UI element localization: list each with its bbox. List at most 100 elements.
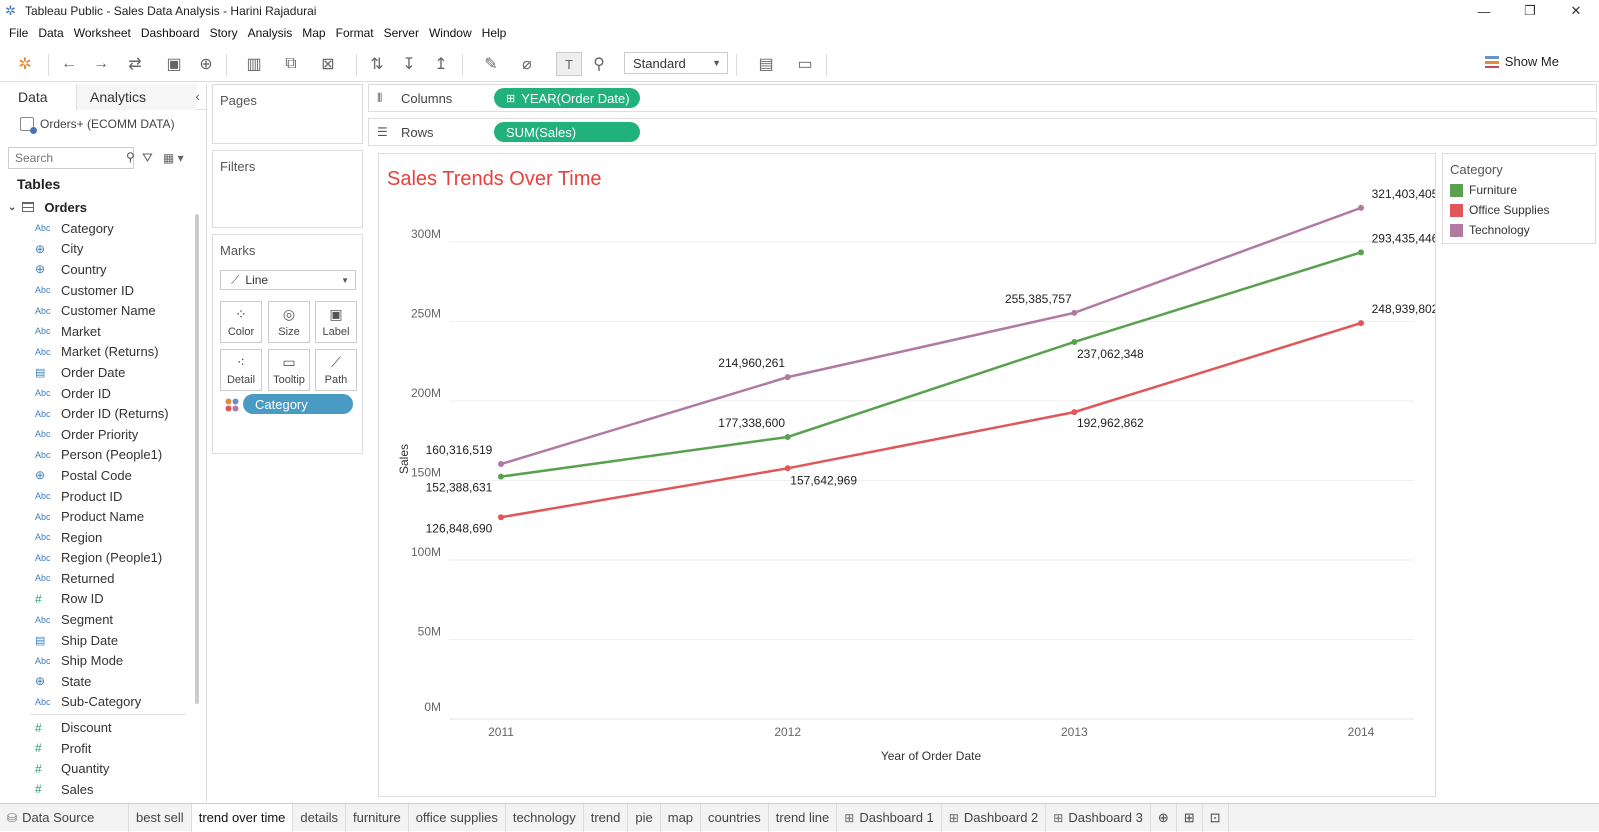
close-icon[interactable]: ✕ [1553, 0, 1599, 22]
field-order-priority[interactable]: Abc Order Priority [0, 424, 206, 445]
field-market[interactable]: Abc Market [0, 321, 206, 342]
field-ship-date[interactable]: ▤ Ship Date [0, 630, 206, 651]
line-chart[interactable]: 0M 50M 100M 150M 200M 250M 300M 2011 2012 2013 201… [379, 154, 1435, 796]
tooltip-button[interactable]: ▭ Tooltip [268, 349, 310, 391]
restore-icon[interactable]: ❐ [1507, 0, 1553, 22]
tab-analytics[interactable]: Analytics [77, 84, 197, 110]
menu-help[interactable]: Help [477, 26, 512, 40]
table-orders[interactable]: ⌄ Orders [0, 196, 206, 218]
year-order-date-pill[interactable]: ⊞ YEAR(Order Date) [494, 88, 640, 108]
new-worksheet-icon[interactable]: ▥ [236, 52, 272, 76]
show-me-button[interactable]: Show Me [1484, 54, 1559, 69]
field-country[interactable]: ⊕ Country [0, 259, 206, 280]
menu-analysis[interactable]: Analysis [243, 26, 298, 40]
field-postal-code[interactable]: ⊕ Postal Code [0, 465, 206, 486]
detail-button[interactable]: ⁖ Detail [220, 349, 262, 391]
tab-dashboard-1[interactable]: ⊞ Dashboard 1 [837, 803, 942, 832]
undo-icon[interactable]: ← [58, 52, 80, 76]
tab-map[interactable]: map [661, 803, 702, 832]
tab-countries[interactable]: countries [701, 803, 769, 832]
tab-trend-over-time[interactable]: trend over time [191, 803, 294, 832]
tab-dashboard-2[interactable]: ⊞ Dashboard 2 [942, 803, 1047, 832]
legend-item-furniture[interactable]: Furniture [1443, 180, 1595, 200]
redo-icon[interactable]: → [90, 52, 112, 76]
menu-data[interactable]: Data [33, 26, 68, 40]
menu-server[interactable]: Server [379, 26, 424, 40]
sort-ascending-icon[interactable]: ↧ [398, 52, 420, 76]
group-members-icon[interactable]: ⌀ [512, 52, 542, 76]
clear-sheet-icon[interactable]: ⊠ [310, 52, 346, 76]
new-worksheet-icon[interactable]: ⊕ [1151, 803, 1177, 832]
tab-office-supplies[interactable]: office supplies [409, 803, 506, 832]
field-ship-mode[interactable]: Abc Ship Mode [0, 650, 206, 671]
field-sales[interactable]: # Sales [0, 779, 206, 800]
filters-card[interactable]: Filters [212, 150, 363, 228]
tab-data[interactable]: Data [0, 84, 77, 110]
new-story-icon[interactable]: ⊡ [1203, 803, 1229, 832]
field-state[interactable]: ⊕ State [0, 671, 206, 692]
field-order-id-returns[interactable]: Abc Order ID (Returns) [0, 403, 206, 424]
category-color-pill[interactable]: Category [243, 394, 353, 414]
field-customer-id[interactable]: Abc Customer ID [0, 280, 206, 301]
tab-details[interactable]: details [293, 803, 346, 832]
new-dashboard-icon[interactable]: ⊞ [1177, 803, 1203, 832]
menu-map[interactable]: Map [297, 26, 330, 40]
menu-window[interactable]: Window [424, 26, 477, 40]
field-city[interactable]: ⊕ City [0, 239, 206, 260]
tab-dashboard-3[interactable]: ⊞ Dashboard 3 [1046, 803, 1151, 832]
tab-trend-line[interactable]: trend line [769, 803, 838, 832]
highlight-icon[interactable]: ✎ [476, 52, 506, 76]
swap-rows-columns-icon[interactable]: ⇅ [366, 52, 388, 76]
minimize-icon[interactable]: — [1461, 0, 1507, 22]
menu-file[interactable]: File [4, 26, 33, 40]
duplicate-sheet-icon[interactable]: ⧉ [280, 52, 302, 76]
rows-shelf[interactable]: ☰ Rows SUM(Sales) [368, 118, 1597, 146]
menu-story[interactable]: Story [205, 26, 243, 40]
field-customer-name[interactable]: Abc Customer Name [0, 300, 206, 321]
view-options-icon[interactable]: ▦ ▾ [163, 151, 184, 165]
columns-shelf[interactable]: ⦀ Columns ⊞ YEAR(Order Date) [368, 84, 1597, 112]
menu-format[interactable]: Format [331, 26, 379, 40]
filter-icon[interactable]: ⛛ [142, 150, 153, 166]
show-mark-labels-icon[interactable]: T [556, 52, 582, 76]
data-source-item[interactable]: Orders+ (ECOMM DATA) [0, 110, 206, 138]
save-icon[interactable]: ▣ [163, 52, 185, 76]
sort-descending-icon[interactable]: ↥ [430, 52, 452, 76]
mark-type-select[interactable]: ⟋ Line ▼ [220, 270, 356, 290]
legend-item-technology[interactable]: Technology [1443, 220, 1595, 240]
collapse-pane-icon[interactable]: ‹ [195, 88, 200, 104]
chevron-down-icon[interactable]: ⌄ [8, 202, 16, 213]
new-datasource-icon[interactable]: ⊕ [195, 52, 217, 76]
field-region-people1[interactable]: Abc Region (People1) [0, 548, 206, 569]
menu-dashboard[interactable]: Dashboard [136, 26, 205, 40]
fix-axes-icon[interactable]: ⚲ [588, 52, 610, 76]
tab-pie[interactable]: pie [628, 803, 661, 832]
fit-select[interactable]: Standard ▼ [624, 52, 728, 74]
field-market-returns[interactable]: Abc Market (Returns) [0, 342, 206, 363]
replay-icon[interactable]: ⇄ [120, 52, 150, 76]
tab-furniture[interactable]: furniture [346, 803, 409, 832]
field-product-name[interactable]: Abc Product Name [0, 506, 206, 527]
field-profit[interactable]: # Profit [0, 738, 206, 759]
tab-trend[interactable]: trend [584, 803, 629, 832]
field-discount[interactable]: # Discount [0, 717, 206, 738]
tab-technology[interactable]: technology [506, 803, 584, 832]
field-product-id[interactable]: Abc Product ID [0, 486, 206, 507]
search-input[interactable] [8, 147, 134, 169]
field-segment[interactable]: Abc Segment [0, 609, 206, 630]
path-button[interactable]: ⟋ Path [315, 349, 357, 391]
size-button[interactable]: ◎ Size [268, 301, 310, 343]
field-category[interactable]: Abc Category [0, 218, 206, 239]
tab-data-source[interactable]: ⛁ Data Source [0, 803, 129, 832]
field-sub-category[interactable]: Abc Sub-Category [0, 692, 206, 713]
legend-item-office-supplies[interactable]: Office Supplies [1443, 200, 1595, 220]
pages-card[interactable]: Pages [212, 84, 363, 144]
field-row-id[interactable]: # Row ID [0, 589, 206, 610]
tableau-home-icon[interactable]: ✲ [14, 52, 36, 76]
presentation-mode-icon[interactable]: ▭ [794, 52, 816, 76]
show-cards-icon[interactable]: ▤ [748, 52, 784, 76]
field-order-date[interactable]: ▤ Order Date [0, 362, 206, 383]
field-returned[interactable]: Abc Returned [0, 568, 206, 589]
tab-best-sell[interactable]: best sell [129, 803, 192, 832]
color-button[interactable]: ⁘ Color [220, 301, 262, 343]
